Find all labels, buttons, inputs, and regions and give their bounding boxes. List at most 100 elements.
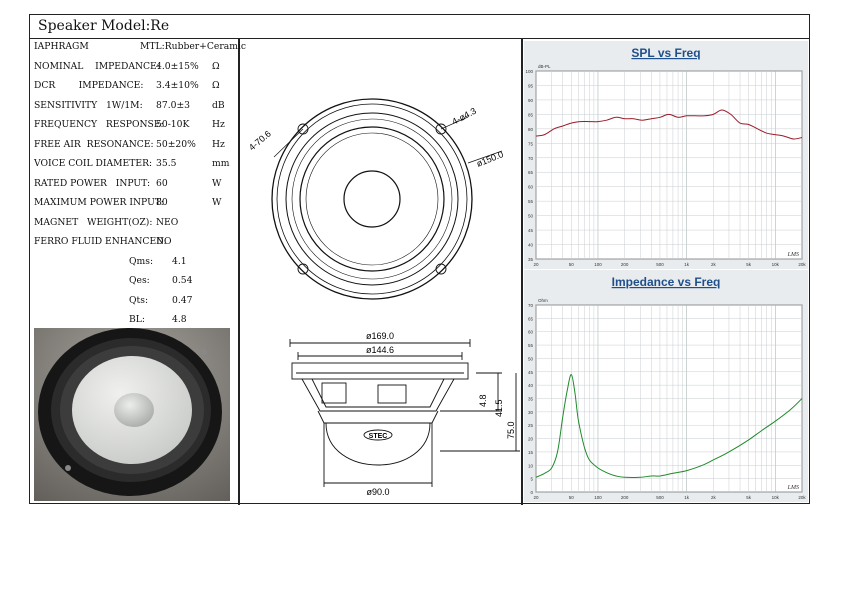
spec-label: IAPHRAGM xyxy=(34,41,89,52)
spec-row: VOICE COIL DIAMETER: 35.5 mm xyxy=(34,158,229,169)
dim-flange: 4.8 xyxy=(478,394,488,407)
lms-label: LMS xyxy=(787,252,799,258)
spec-label: RATED POWER INPUT: xyxy=(34,177,151,189)
x-tick-label: 1k xyxy=(684,495,690,500)
x-tick-label: 50 xyxy=(569,262,575,267)
spec-row: IAPHRAGM MTL:Rubber+Ceramic xyxy=(34,41,246,52)
y-tick-label: 85 xyxy=(528,112,534,117)
spec-row: SENSITIVITY 1W/1M: 87.0±3 dB xyxy=(34,99,225,111)
y-tick-label: 70 xyxy=(528,303,534,308)
spec-unit: dB xyxy=(212,99,225,111)
param-value: 4.8 xyxy=(172,314,187,325)
y-tick-label: 90 xyxy=(528,98,534,103)
x-tick-label: 500 xyxy=(656,495,664,500)
spec-unit: mm xyxy=(212,158,230,169)
y-tick-label: 55 xyxy=(528,343,534,348)
x-tick-label: 20 xyxy=(533,262,539,267)
spec-label: FERRO FLUID ENHANCED: xyxy=(34,236,167,247)
spec-value: 50±20% xyxy=(156,138,196,150)
spec-label: NOMINAL IMPEDANCE: xyxy=(34,60,160,72)
y-tick-label: 15 xyxy=(528,450,534,455)
plot-area xyxy=(535,70,803,260)
spec-unit: Ω xyxy=(212,60,220,72)
y-tick-label: 80 xyxy=(528,127,534,132)
spec-unit: W xyxy=(212,197,222,208)
param-value: 0.54 xyxy=(172,275,193,286)
dim-bolt-circle: ø150.0 xyxy=(475,149,505,169)
y-tick-label: 20 xyxy=(528,437,534,442)
y-tick-label: 60 xyxy=(528,330,534,335)
y-tick-label: 75 xyxy=(528,141,534,146)
dim-magnet: ø90.0 xyxy=(366,487,389,497)
y-tick-label: 55 xyxy=(528,199,534,204)
spec-row: MAXIMUM POWER INPUT: 80 W xyxy=(34,197,221,208)
spec-label: FREQUENCY RESPONSE: xyxy=(34,119,164,130)
spec-row: RATED POWER INPUT: 60 W xyxy=(34,177,221,189)
spec-value: 35.5 xyxy=(156,158,177,169)
brand-logo: STEC xyxy=(369,433,388,440)
spec-label: FREE AIR RESONANCE: xyxy=(34,138,154,150)
y-tick-label: 35 xyxy=(528,397,534,402)
spec-value: 60 xyxy=(156,177,168,189)
x-tick-label: 50 xyxy=(569,495,575,500)
chart-title: SPL vs Freq xyxy=(631,46,700,60)
spec-unit: Hz xyxy=(212,119,225,130)
title-row: Speaker Model:Re xyxy=(30,15,809,39)
y-tick-label: 95 xyxy=(528,83,534,88)
spec-label: SENSITIVITY 1W/1M: xyxy=(34,99,143,111)
param-value: 4.1 xyxy=(172,255,187,267)
param-value: 0.47 xyxy=(172,294,193,306)
y-tick-label: 45 xyxy=(528,370,534,375)
x-tick-label: 100 xyxy=(594,262,602,267)
param-label: Qms: xyxy=(129,255,154,267)
y-tick-label: 40 xyxy=(528,243,534,248)
side-view xyxy=(289,339,520,487)
x-tick-label: 200 xyxy=(621,495,629,500)
spec-unit: Ω xyxy=(212,80,220,91)
dim-cutout: ø144.6 xyxy=(366,345,394,355)
dim-outer: ø169.0 xyxy=(366,331,394,341)
x-tick-label: 200 xyxy=(621,262,629,267)
chart-title: Impedance vs Freq xyxy=(612,275,721,289)
spec-value: MTL:Rubber+Ceramic xyxy=(140,41,246,52)
param-label: BL: xyxy=(129,314,145,325)
spec-label: MAGNET WEIGHT(OZ): xyxy=(34,216,153,228)
spec-row: MAGNET WEIGHT(OZ): NEO xyxy=(34,216,178,228)
spec-value: 87.0±3 xyxy=(156,99,191,111)
front-view xyxy=(271,98,503,300)
param-label: Qes: xyxy=(129,275,150,286)
x-tick-label: 20k xyxy=(798,495,806,500)
x-tick-label: 2k xyxy=(711,262,717,267)
column-divider xyxy=(521,38,523,505)
dim-holes-right: 4-ø4.3 xyxy=(450,106,478,127)
y-tick-label: 25 xyxy=(528,423,534,428)
spl-chart: SPL vs Freq10095908580757065605550454035… xyxy=(524,41,808,269)
x-tick-label: 10k xyxy=(772,262,780,267)
x-tick-label: 1k xyxy=(684,262,690,267)
y-axis-label: Ohm xyxy=(538,298,548,303)
x-tick-label: 10k xyxy=(772,495,780,500)
y-tick-label: 45 xyxy=(528,228,534,233)
x-tick-label: 5k xyxy=(746,495,752,500)
y-tick-label: 65 xyxy=(528,170,534,175)
y-tick-label: 10 xyxy=(528,463,534,468)
y-tick-label: 30 xyxy=(528,410,534,415)
spec-label: MAXIMUM POWER INPUT: xyxy=(34,197,164,208)
spec-value: 3.4±10% xyxy=(156,80,199,91)
x-tick-label: 20 xyxy=(533,495,539,500)
x-tick-label: 2k xyxy=(711,495,717,500)
y-tick-label: 40 xyxy=(528,383,534,388)
y-axis-label: dB-PL xyxy=(538,64,551,69)
param-label: Qts: xyxy=(129,294,149,306)
spec-value: NO xyxy=(156,236,172,247)
speaker-photo xyxy=(34,328,230,501)
dim-total-depth: 75.0 xyxy=(506,421,516,439)
y-tick-label: 70 xyxy=(528,156,534,161)
page-title: Speaker Model:Re xyxy=(38,18,170,34)
spec-value: 80 xyxy=(156,197,168,208)
spec-row: FERRO FLUID ENHANCED: NO xyxy=(34,236,172,247)
spec-sheet: Speaker Model:Re IAPHRAGM MTL:Rubber+Cera… xyxy=(29,14,810,505)
spec-label: DCR IMPEDANCE: xyxy=(34,80,144,91)
y-tick-label: 65 xyxy=(528,316,534,321)
impedance-chart: Impedance vs Freq 70 65 60 55 50 45 40 35 30 25 20 1… xyxy=(524,270,808,502)
